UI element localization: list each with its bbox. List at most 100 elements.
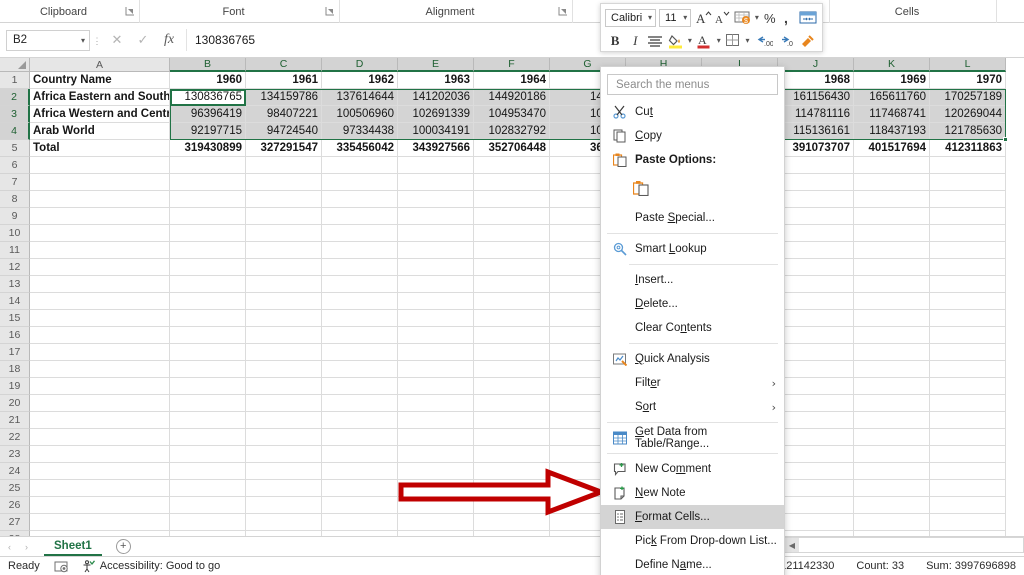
- format-painter-icon[interactable]: [799, 31, 817, 50]
- cell-J27[interactable]: [778, 514, 854, 531]
- cell-D9[interactable]: [322, 208, 398, 225]
- cell-J1[interactable]: 1968: [778, 72, 854, 89]
- borders-icon[interactable]: [724, 31, 742, 50]
- cell-C22[interactable]: [246, 429, 322, 446]
- cell-L25[interactable]: [930, 480, 1006, 497]
- cell-D19[interactable]: [322, 378, 398, 395]
- cell-J11[interactable]: [778, 242, 854, 259]
- cell-C13[interactable]: [246, 276, 322, 293]
- cell-F20[interactable]: [474, 395, 550, 412]
- cell-K4[interactable]: 118437193: [854, 123, 930, 140]
- row-header-9[interactable]: 9: [0, 208, 30, 225]
- cell-D2[interactable]: 137614644: [322, 89, 398, 106]
- increase-decimal-icon[interactable]: .00: [753, 31, 774, 50]
- menu-item-insert[interactable]: Insert...: [601, 268, 784, 292]
- cell-C8[interactable]: [246, 191, 322, 208]
- cell-E19[interactable]: [398, 378, 474, 395]
- font-dialog-launcher-icon[interactable]: [325, 6, 335, 16]
- bold-button[interactable]: B: [606, 31, 624, 50]
- cell-J23[interactable]: [778, 446, 854, 463]
- alignment-dialog-launcher-icon[interactable]: [558, 6, 568, 16]
- cell-L3[interactable]: 120269044: [930, 106, 1006, 123]
- cell-K20[interactable]: [854, 395, 930, 412]
- cell-J4[interactable]: 115136161: [778, 123, 854, 140]
- cell-E2[interactable]: 141202036: [398, 89, 474, 106]
- cell-C10[interactable]: [246, 225, 322, 242]
- percent-style-icon[interactable]: %: [762, 8, 778, 27]
- cell-E17[interactable]: [398, 344, 474, 361]
- menu-item-define-name[interactable]: Define Name...: [601, 553, 784, 575]
- column-header-b[interactable]: B: [170, 58, 246, 72]
- cell-C1[interactable]: 1961: [246, 72, 322, 89]
- cell-D13[interactable]: [322, 276, 398, 293]
- cell-J17[interactable]: [778, 344, 854, 361]
- cell-B14[interactable]: [170, 293, 246, 310]
- cell-J20[interactable]: [778, 395, 854, 412]
- cell-A21[interactable]: [30, 412, 170, 429]
- cell-B20[interactable]: [170, 395, 246, 412]
- cell-L9[interactable]: [930, 208, 1006, 225]
- cell-C26[interactable]: [246, 497, 322, 514]
- cell-K23[interactable]: [854, 446, 930, 463]
- cell-F19[interactable]: [474, 378, 550, 395]
- cell-E21[interactable]: [398, 412, 474, 429]
- cell-L7[interactable]: [930, 174, 1006, 191]
- accounting-number-format-icon[interactable]: $: [733, 8, 752, 27]
- row-header-15[interactable]: 15: [0, 310, 30, 327]
- cell-F22[interactable]: [474, 429, 550, 446]
- cell-C17[interactable]: [246, 344, 322, 361]
- cell-D1[interactable]: 1962: [322, 72, 398, 89]
- cell-K3[interactable]: 117468741: [854, 106, 930, 123]
- cell-B13[interactable]: [170, 276, 246, 293]
- column-header-f[interactable]: F: [474, 58, 550, 72]
- cell-B10[interactable]: [170, 225, 246, 242]
- row-header-26[interactable]: 26: [0, 497, 30, 514]
- scroll-left-icon[interactable]: ◀: [785, 538, 799, 552]
- row-header-6[interactable]: 6: [0, 157, 30, 174]
- cell-C3[interactable]: 98407221: [246, 106, 322, 123]
- cell-B7[interactable]: [170, 174, 246, 191]
- cell-L20[interactable]: [930, 395, 1006, 412]
- cell-K27[interactable]: [854, 514, 930, 531]
- cell-L11[interactable]: [930, 242, 1006, 259]
- cell-E15[interactable]: [398, 310, 474, 327]
- cell-F15[interactable]: [474, 310, 550, 327]
- cell-F23[interactable]: [474, 446, 550, 463]
- cell-L22[interactable]: [930, 429, 1006, 446]
- cell-F25[interactable]: [474, 480, 550, 497]
- cell-D3[interactable]: 100506960: [322, 106, 398, 123]
- cell-C4[interactable]: 94724540: [246, 123, 322, 140]
- menu-item-cut[interactable]: Cut: [601, 100, 784, 124]
- cell-K10[interactable]: [854, 225, 930, 242]
- cell-A1[interactable]: Country Name: [30, 72, 170, 89]
- grow-font-icon[interactable]: A: [695, 8, 712, 27]
- cell-C12[interactable]: [246, 259, 322, 276]
- next-sheet-icon[interactable]: ›: [25, 542, 28, 552]
- cell-D10[interactable]: [322, 225, 398, 242]
- cell-K8[interactable]: [854, 191, 930, 208]
- cell-L21[interactable]: [930, 412, 1006, 429]
- cell-J26[interactable]: [778, 497, 854, 514]
- cell-F1[interactable]: 1964: [474, 72, 550, 89]
- cell-E23[interactable]: [398, 446, 474, 463]
- cell-D25[interactable]: [322, 480, 398, 497]
- cell-D18[interactable]: [322, 361, 398, 378]
- cell-J7[interactable]: [778, 174, 854, 191]
- cell-D21[interactable]: [322, 412, 398, 429]
- cell-J16[interactable]: [778, 327, 854, 344]
- font-name-combo[interactable]: Calibri ▾: [605, 9, 656, 27]
- cell-A6[interactable]: [30, 157, 170, 174]
- cell-K24[interactable]: [854, 463, 930, 480]
- cell-F24[interactable]: [474, 463, 550, 480]
- cell-A20[interactable]: [30, 395, 170, 412]
- row-header-19[interactable]: 19: [0, 378, 30, 395]
- cell-B1[interactable]: 1960: [170, 72, 246, 89]
- cell-A13[interactable]: [30, 276, 170, 293]
- paste-keep-formatting-icon[interactable]: [633, 180, 649, 199]
- column-header-j[interactable]: J: [778, 58, 854, 72]
- cell-E20[interactable]: [398, 395, 474, 412]
- cell-F14[interactable]: [474, 293, 550, 310]
- cell-A8[interactable]: [30, 191, 170, 208]
- cell-J12[interactable]: [778, 259, 854, 276]
- chevron-down-icon[interactable]: ▾: [714, 31, 723, 50]
